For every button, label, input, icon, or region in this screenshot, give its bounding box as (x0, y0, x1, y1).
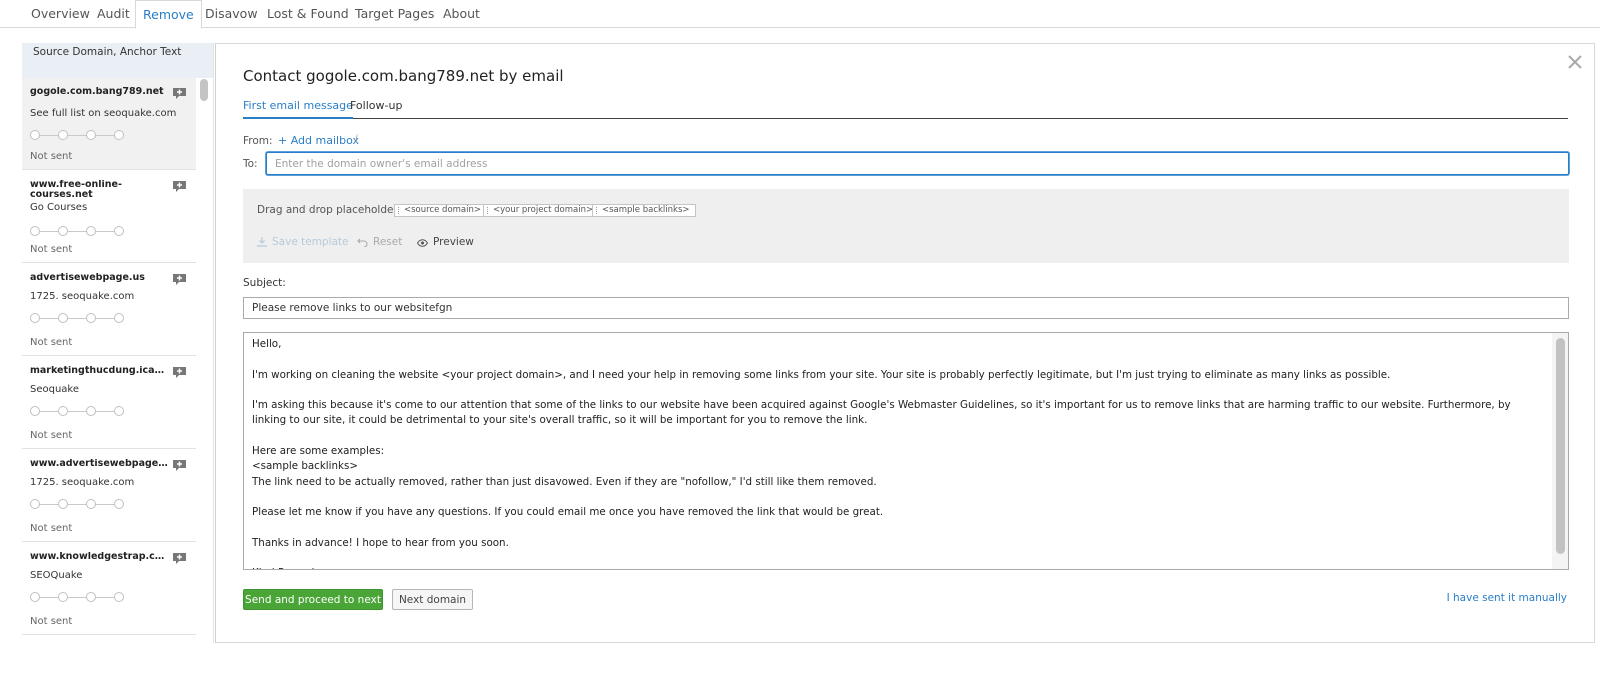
tab-lost-found[interactable]: Lost & Found (260, 0, 356, 28)
list-item-anchor: 1725. seoquake.com (30, 291, 135, 302)
email-body-text: Hello, I'm working on cleaning the websi… (252, 338, 1511, 569)
next-domain-button[interactable]: Next domain (392, 589, 473, 610)
add-comment-icon[interactable] (172, 87, 187, 99)
tab-remove[interactable]: Remove (135, 0, 202, 29)
list-item-domain: www.knowledgestrap.com (30, 552, 168, 562)
progress-steps (30, 499, 124, 509)
list-item[interactable]: www.advertisewebpage.us 1725. seoquake.c… (22, 450, 196, 542)
body-scrollbar-thumb[interactable] (1556, 338, 1565, 554)
tab-follow-up[interactable]: Follow-up (350, 99, 402, 119)
list-item-status: Not sent (30, 244, 73, 255)
tab-about[interactable]: About (436, 0, 487, 28)
tab-first-email[interactable]: First email message (243, 99, 353, 119)
send-and-proceed-button[interactable]: Send and proceed to next (243, 589, 383, 610)
preview-button[interactable]: Preview (416, 236, 474, 248)
save-template-button[interactable]: Save template (257, 236, 349, 248)
list-item[interactable]: advertisewebpage.us 1725. seoquake.com N… (22, 264, 196, 356)
progress-steps (30, 313, 124, 323)
add-comment-icon[interactable] (172, 180, 187, 192)
download-icon (257, 237, 267, 247)
list-item-domain: advertisewebpage.us (30, 273, 145, 283)
list-item-domain: marketingthucdung.icand... (30, 366, 168, 376)
list-item-anchor: 1725. seoquake.com (30, 477, 135, 488)
list-item-domain: gogole.com.bang789.net (30, 87, 164, 97)
add-comment-icon[interactable] (172, 459, 187, 471)
list-item[interactable]: www.knowledgestrap.com SEOQuake Not sent (22, 543, 196, 635)
list-item[interactable]: marketingthucdung.icand... Seoquake Not … (22, 357, 196, 449)
progress-steps (30, 406, 124, 416)
to-label: To: (243, 158, 258, 170)
modal-title: Contact gogole.com.bang789.net by email (243, 67, 564, 85)
list-item-anchor: SEOQuake (30, 570, 83, 581)
list-item-domain: www.advertisewebpage.us (30, 459, 168, 469)
tab-disavow[interactable]: Disavow (198, 0, 265, 28)
add-mailbox-label: Add mailbox (290, 134, 359, 147)
add-comment-icon[interactable] (172, 552, 187, 564)
list-item-status: Not sent (30, 616, 73, 627)
list-item-status: Not sent (30, 337, 73, 348)
placeholders-label: Drag and drop placeholders: (257, 204, 407, 216)
list-scrollbar[interactable] (198, 78, 210, 643)
list-scrollbar-thumb[interactable] (200, 79, 208, 101)
drag-handle-icon (398, 207, 400, 214)
list-item[interactable]: www.free-online-courses.net Go Courses N… (22, 171, 196, 263)
tab-audit[interactable]: Audit (90, 0, 137, 28)
list-item-status: Not sent (30, 523, 73, 534)
placeholder-panel: Drag and drop placeholders: <source doma… (243, 189, 1569, 263)
sent-manually-link[interactable]: I have sent it manually (1447, 592, 1567, 604)
close-icon[interactable] (1566, 53, 1584, 71)
list-item[interactable]: gogole.com.bang789.net See full list on … (22, 78, 196, 170)
list-item-status: Not sent (30, 151, 73, 162)
list-item-anchor: Seoquake (30, 384, 80, 395)
drag-handle-icon (487, 207, 489, 214)
placeholder-chip-sample-backlinks[interactable]: <sample backlinks> (592, 204, 696, 217)
undo-icon (357, 238, 368, 248)
to-email-input[interactable] (266, 152, 1569, 175)
list-item-anchor: See full list on seoquake.com (30, 108, 177, 119)
add-comment-icon[interactable] (172, 366, 187, 378)
subject-input[interactable] (243, 297, 1569, 319)
list-item-status: Not sent (30, 430, 73, 441)
body-scrollbar[interactable] (1552, 333, 1568, 569)
eye-icon (416, 239, 429, 247)
placeholder-chip-project-domain[interactable]: <your project domain> (483, 204, 600, 217)
drag-handle-icon (596, 207, 598, 214)
list-item-anchor: Go Courses (30, 202, 88, 213)
email-modal: Contact gogole.com.bang789.net by email … (215, 43, 1595, 643)
list-header: Source Domain, Anchor Text (22, 43, 213, 78)
subject-label: Subject: (243, 277, 286, 289)
plus-icon: + (278, 134, 291, 147)
tab-overview[interactable]: Overview (24, 0, 97, 28)
email-tabs: First email message Follow-up (243, 99, 1568, 119)
add-mailbox-link[interactable]: + Add mailbox (278, 134, 359, 147)
add-comment-icon[interactable] (172, 273, 187, 285)
progress-steps (30, 592, 124, 602)
tab-target-pages[interactable]: Target Pages (348, 0, 441, 28)
placeholder-chip-source-domain[interactable]: <source domain> (394, 204, 488, 217)
email-body-textarea[interactable]: Hello, I'm working on cleaning the websi… (243, 332, 1569, 570)
from-label: From: (243, 135, 273, 147)
progress-steps (30, 130, 124, 140)
reset-button[interactable]: Reset (357, 236, 402, 248)
list-item-domain: www.free-online-courses.net (30, 180, 122, 200)
top-navigation: Overview Audit Remove Disavow Lost & Fou… (0, 0, 1600, 29)
info-icon[interactable]: i (355, 134, 358, 145)
domain-list: Source Domain, Anchor Text gogole.com.ba… (22, 43, 214, 643)
progress-steps (30, 226, 124, 236)
